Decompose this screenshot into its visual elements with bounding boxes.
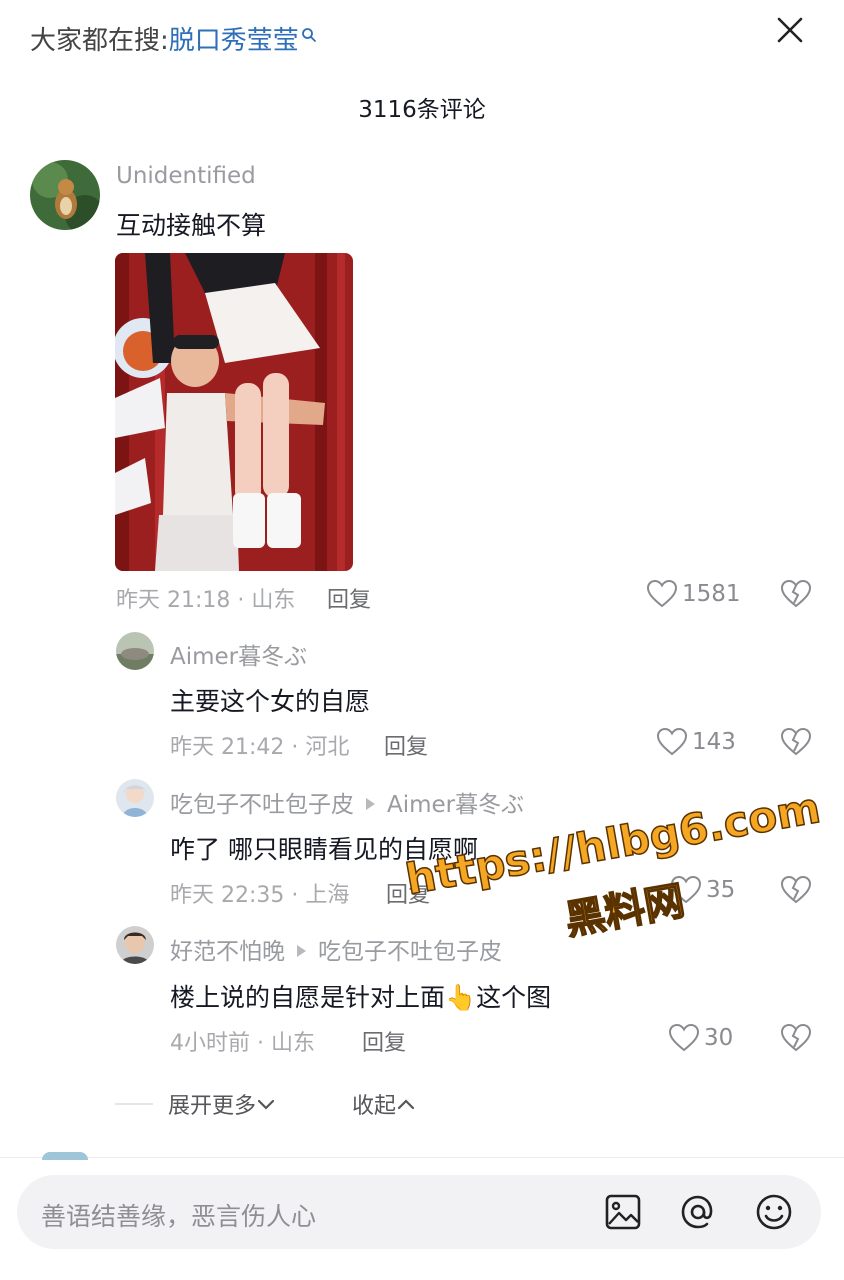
reply-button[interactable]: 回复: [362, 1025, 406, 1057]
like-button[interactable]: 35: [670, 875, 735, 905]
comment-username[interactable]: Unidentified: [116, 163, 256, 189]
broken-heart-icon: [780, 579, 812, 608]
reply-author[interactable]: 吃包子不吐包子皮: [170, 792, 354, 818]
comment-username[interactable]: Aimer暮冬ぶ: [170, 637, 307, 671]
chevron-down-icon: [257, 1099, 275, 1110]
reply-target[interactable]: Aimer暮冬ぶ: [387, 792, 524, 818]
image-icon[interactable]: [602, 1191, 644, 1233]
dislike-button[interactable]: [780, 579, 812, 613]
comment-time-location: 昨天 21:18 · 山东: [116, 588, 296, 613]
dislike-button[interactable]: [780, 1023, 812, 1057]
broken-heart-icon: [780, 875, 812, 904]
comment-text: 主要这个女的自愿: [170, 687, 371, 716]
close-icon[interactable]: [772, 12, 808, 48]
avatar[interactable]: [116, 632, 154, 670]
like-count: 143: [692, 729, 736, 755]
expand-more-button[interactable]: 展开更多: [168, 1088, 276, 1120]
thread-divider: [115, 1103, 153, 1105]
hot-search-keyword[interactable]: 脱口秀莹莹: [169, 20, 299, 57]
like-button[interactable]: 143: [656, 727, 736, 757]
reply-target[interactable]: 吃包子不吐包子皮: [318, 939, 502, 965]
reply-button[interactable]: 回复: [384, 729, 428, 761]
heart-icon: [646, 579, 678, 608]
dislike-button[interactable]: [780, 727, 812, 761]
broken-heart-icon: [780, 727, 812, 756]
comment-text: 互动接触不算: [116, 211, 267, 240]
comment-image[interactable]: [115, 253, 353, 571]
like-button[interactable]: 1581: [646, 579, 741, 609]
comment-input-placeholder: 善语结善缘，恶言伤人心: [41, 1202, 317, 1231]
broken-heart-icon: [780, 1023, 812, 1052]
like-button[interactable]: 30: [668, 1023, 733, 1053]
like-count: 35: [706, 877, 736, 903]
heart-icon: [656, 727, 688, 756]
comment-time-location: 4小时前 · 山东: [170, 1031, 315, 1056]
avatar[interactable]: [116, 926, 154, 964]
like-count: 1581: [682, 581, 741, 607]
like-count: 30: [704, 1025, 734, 1051]
comment-username: 吃包子不吐包子皮 Aimer暮冬ぶ: [170, 785, 524, 819]
avatar: [42, 1152, 88, 1160]
comment-input[interactable]: 善语结善缘，恶言伤人心: [17, 1175, 821, 1249]
comment-time-location: 昨天 22:35 · 上海: [170, 883, 350, 908]
emoji-icon[interactable]: [753, 1191, 795, 1233]
search-icon: [301, 20, 317, 42]
heart-icon: [670, 875, 702, 904]
comment-time-location: 昨天 21:42 · 河北: [170, 735, 350, 760]
reply-arrow-icon: [366, 798, 375, 810]
reply-author[interactable]: 好范不怕晚: [170, 939, 285, 965]
chevron-up-icon: [397, 1099, 415, 1110]
reply-button[interactable]: 回复: [386, 877, 430, 909]
mention-icon[interactable]: [677, 1191, 719, 1233]
heart-icon: [668, 1023, 700, 1052]
dislike-button[interactable]: [780, 875, 812, 909]
reply-arrow-icon: [297, 945, 306, 957]
hot-search[interactable]: 大家都在搜: 脱口秀莹莹: [30, 20, 317, 57]
collapse-button[interactable]: 收起: [352, 1088, 416, 1120]
bottom-divider: [0, 1157, 844, 1158]
comment-text: 咋了 哪只眼睛看见的自愿啊: [170, 835, 478, 864]
hot-search-prefix: 大家都在搜:: [30, 26, 169, 56]
comment-text: 楼上说的自愿是针对上面👆这个图: [170, 983, 552, 1012]
expand-more-label: 展开更多: [168, 1094, 257, 1119]
avatar[interactable]: [116, 779, 154, 817]
avatar[interactable]: [30, 160, 100, 230]
comment-username: 好范不怕晚 吃包子不吐包子皮: [170, 932, 502, 966]
collapse-label: 收起: [352, 1094, 397, 1119]
top-bar: 大家都在搜: 脱口秀莹莹: [0, 0, 844, 70]
reply-button[interactable]: 回复: [327, 582, 371, 614]
comment-count: 3116条评论: [358, 97, 486, 123]
